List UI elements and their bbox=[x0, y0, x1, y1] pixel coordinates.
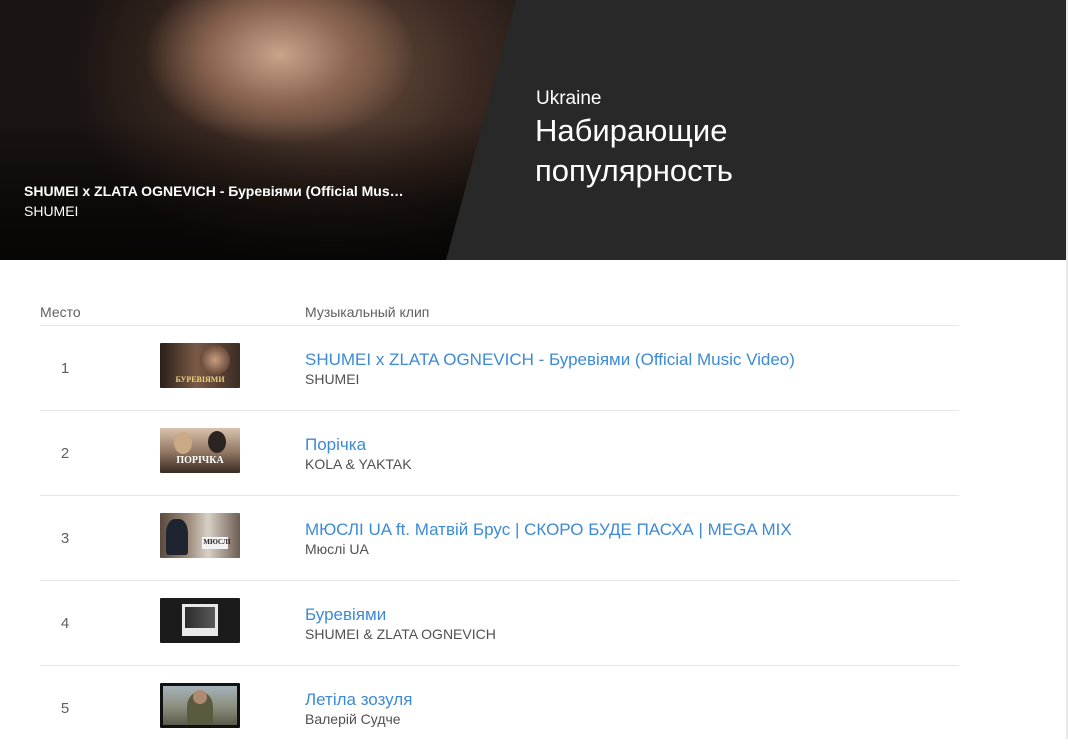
table-row[interactable]: 2 ПОРІЧКА Порічка KOLA & YAKTAK bbox=[40, 411, 959, 496]
rank-number: 4 bbox=[60, 615, 70, 632]
video-thumbnail[interactable] bbox=[160, 683, 240, 728]
rank-number: 2 bbox=[60, 445, 70, 462]
rank-number: 3 bbox=[60, 530, 70, 547]
video-artist: Валерій Судче bbox=[305, 711, 401, 727]
video-artist: KOLA & YAKTAK bbox=[305, 456, 412, 472]
video-thumbnail[interactable]: ПОРІЧКА bbox=[160, 428, 240, 473]
featured-video-title[interactable]: SHUMEI x ZLATA OGNEVICH - Буревіями (Off… bbox=[24, 183, 434, 199]
table-row[interactable]: 5 Летіла зозуля Валерій Судче bbox=[40, 666, 959, 750]
chart-heading: Набирающие популярность bbox=[535, 113, 733, 188]
column-header-video: Музыкальный клип bbox=[305, 304, 430, 320]
video-title-link[interactable]: Летіла зозуля bbox=[305, 690, 412, 710]
video-artist: Мюслі UA bbox=[305, 541, 369, 557]
video-thumbnail[interactable] bbox=[160, 598, 240, 643]
featured-video-artist: SHUMEI bbox=[24, 203, 79, 219]
video-title-link[interactable]: МЮСЛІ UA ft. Матвій Брус | СКОРО БУДЕ ПА… bbox=[305, 520, 792, 540]
table-header: Место Музыкальный клип bbox=[40, 296, 959, 326]
thumbnail-caption: ПОРІЧКА bbox=[176, 455, 224, 466]
rank-number: 5 bbox=[60, 700, 70, 717]
video-artist: SHUMEI bbox=[305, 371, 360, 387]
chart-country: Ukraine bbox=[536, 88, 602, 109]
chart-table: Место Музыкальный клип 1 БУРЕВІЯМИ SHUME… bbox=[40, 296, 959, 750]
video-title-link[interactable]: SHUMEI x ZLATA OGNEVICH - Буревіями (Off… bbox=[305, 350, 795, 370]
table-row[interactable]: 4 Буревіями SHUMEI & ZLATA OGNEVICH bbox=[40, 581, 959, 666]
video-title-link[interactable]: Буревіями bbox=[305, 605, 386, 625]
video-title-link[interactable]: Порічка bbox=[305, 435, 366, 455]
rank-number: 1 bbox=[60, 360, 70, 377]
table-row[interactable]: 1 БУРЕВІЯМИ SHUMEI x ZLATA OGNEVICH - Бу… bbox=[40, 326, 959, 411]
thumbnail-caption: МЮСЛІ bbox=[203, 538, 231, 546]
column-header-rank: Место bbox=[40, 304, 81, 320]
featured-banner[interactable]: SHUMEI x ZLATA OGNEVICH - Буревіями (Off… bbox=[0, 0, 1066, 260]
table-row[interactable]: 3 МЮСЛІ МЮСЛІ UA ft. Матвій Брус | СКОРО… bbox=[40, 496, 959, 581]
video-artist: SHUMEI & ZLATA OGNEVICH bbox=[305, 626, 496, 642]
thumbnail-caption: БУРЕВІЯМИ bbox=[175, 375, 225, 384]
featured-video-thumbnail[interactable] bbox=[0, 0, 516, 260]
video-thumbnail[interactable]: БУРЕВІЯМИ bbox=[160, 343, 240, 388]
video-thumbnail[interactable]: МЮСЛІ bbox=[160, 513, 240, 558]
